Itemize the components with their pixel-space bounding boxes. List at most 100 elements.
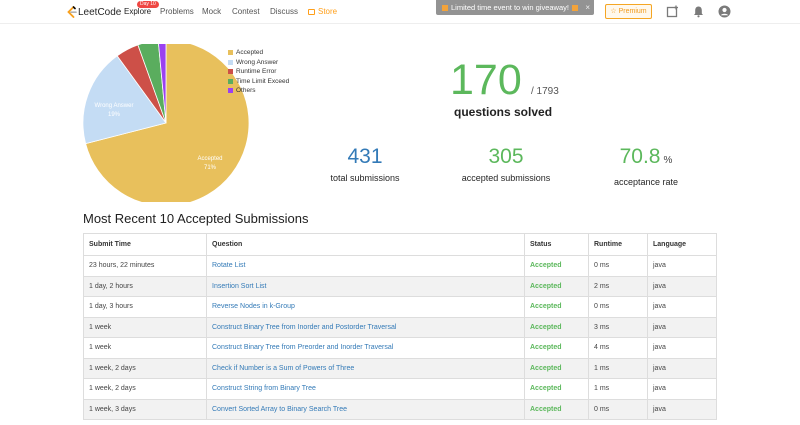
legend-label: Runtime Error	[236, 68, 277, 76]
runtime-cell: 4 ms	[588, 337, 648, 359]
status-cell[interactable]: Accepted	[524, 337, 589, 359]
table-row: 1 week, 2 days Check if Number is a Sum o…	[83, 357, 717, 379]
runtime-cell: 1 ms	[588, 378, 648, 400]
acceptance-rate: 70.8%	[596, 144, 696, 174]
leetcode-logo-icon	[67, 5, 77, 18]
accepted-submissions-value: 305	[488, 145, 524, 168]
language-cell: java	[647, 275, 717, 297]
legend-label: Wrong Answer	[236, 58, 279, 66]
language-cell: java	[647, 357, 717, 379]
legend-item-runtime-error: Runtime Error	[228, 67, 289, 77]
submit-time-cell: 1 week	[83, 316, 207, 338]
premium-button[interactable]: ☆ Premium	[605, 4, 652, 19]
premium-label: Premium	[618, 8, 647, 15]
leetcode-logo[interactable]: LeetCode	[66, 5, 121, 19]
pie-label-wrong-answer: Wrong Answer	[95, 103, 134, 109]
playground-icon[interactable]	[666, 5, 679, 18]
submit-time-cell: 1 week, 2 days	[83, 378, 207, 400]
nav-mock[interactable]: Mock	[202, 7, 221, 16]
acceptance-rate-label: acceptance rate	[613, 177, 679, 187]
stat-acceptance-rate: 70.8% acceptance rate	[596, 144, 696, 187]
language-cell: java	[647, 337, 717, 359]
table-row: 1 day, 2 hours Insertion Sort List Accepte…	[83, 275, 717, 297]
nav-discuss[interactable]: Discuss	[270, 7, 298, 16]
pie-label-wrong-answer-pct: 19%	[108, 112, 121, 118]
question-link[interactable]: Construct String from Binary Tree	[206, 378, 525, 400]
solved-count: 170	[450, 56, 522, 104]
language-cell: java	[647, 378, 717, 400]
nav-store[interactable]: Store	[308, 7, 337, 16]
promo-text: Limited time event to win giveaway!	[451, 3, 569, 12]
language-cell: java	[647, 296, 717, 318]
store-bag-icon	[308, 9, 315, 15]
submit-time-cell: 1 week, 2 days	[83, 357, 207, 379]
submission-pie-chart: Wrong Answer 19% Accepted 71%	[82, 44, 250, 202]
total-questions: / 1793	[531, 86, 559, 97]
stat-total-submissions: 431 total submissions	[314, 144, 416, 183]
recent-submissions-table: Submit Time Question Status Runtime Lang…	[83, 233, 717, 420]
status-cell[interactable]: Accepted	[524, 296, 589, 318]
solved-label: questions solved	[454, 105, 553, 119]
nav-explore[interactable]: Explore	[124, 7, 151, 16]
explore-day-badge: Day 10	[137, 1, 159, 8]
column-header-submit-time: Submit Time	[83, 233, 207, 256]
language-cell: java	[647, 255, 717, 277]
submit-time-cell: 1 week, 3 days	[83, 398, 207, 420]
status-cell[interactable]: Accepted	[524, 357, 589, 379]
legend-swatch	[228, 50, 233, 56]
column-header-status: Status	[524, 233, 589, 256]
runtime-cell: 0 ms	[588, 255, 648, 277]
submit-time-cell: 1 week	[83, 337, 207, 359]
bell-icon[interactable]	[692, 5, 705, 18]
table-row: 1 day, 3 hours Reverse Nodes in k-Group Ac…	[83, 296, 717, 318]
table-row: 1 week, 3 days Convert Sorted Array to Bi…	[83, 398, 717, 420]
legend-item-accepted: Accepted	[228, 48, 289, 58]
runtime-cell: 2 ms	[588, 275, 648, 297]
promo-close-button[interactable]: ×	[585, 0, 590, 15]
question-link[interactable]: Rotate List	[206, 255, 525, 277]
question-link[interactable]: Construct Binary Tree from Inorder and P…	[206, 316, 525, 338]
language-cell: java	[647, 316, 717, 338]
promo-banner[interactable]: Limited time event to win giveaway! ×	[436, 0, 594, 15]
gift-icon	[571, 5, 578, 11]
pie-label-accepted-pct: 71%	[204, 165, 217, 171]
nav-contest[interactable]: Contest	[232, 7, 260, 16]
question-link[interactable]: Construct Binary Tree from Preorder and …	[206, 337, 525, 359]
nav-problems[interactable]: Problems	[160, 7, 194, 16]
column-header-question: Question	[206, 233, 525, 256]
question-link[interactable]: Check if Number is a Sum of Powers of Th…	[206, 357, 525, 379]
legend-label: Time Limit Exceed	[236, 77, 290, 85]
top-nav: LeetCode Explore Day 10 Problems Mock Co…	[0, 0, 800, 24]
star-icon: ☆	[610, 8, 617, 15]
question-link[interactable]: Insertion Sort List	[206, 275, 525, 297]
status-cell[interactable]: Accepted	[524, 316, 589, 338]
status-cell[interactable]: Accepted	[524, 275, 589, 297]
column-header-language: Language	[647, 233, 717, 256]
acceptance-rate-value: 70.8	[619, 145, 661, 168]
table-row: 1 week, 2 days Construct String from Bina…	[83, 378, 717, 400]
question-link[interactable]: Convert Sorted Array to Binary Search Tr…	[206, 398, 525, 420]
status-cell[interactable]: Accepted	[524, 398, 589, 420]
table-row: 23 hours, 22 minutes Rotate List Accepted 0…	[83, 255, 717, 277]
status-cell[interactable]: Accepted	[524, 255, 589, 277]
recent-submissions-title: Most Recent 10 Accepted Submissions	[83, 211, 309, 226]
runtime-cell: 0 ms	[588, 398, 648, 420]
submit-time-cell: 23 hours, 22 minutes	[83, 255, 207, 277]
legend-swatch	[228, 59, 233, 65]
table-row: 1 week Construct Binary Tree from Preorde…	[83, 337, 717, 359]
status-cell[interactable]: Accepted	[524, 378, 589, 400]
gift-icon	[442, 5, 448, 11]
logo-text: LeetCode	[78, 6, 122, 18]
nav-store-label: Store	[318, 7, 338, 16]
legend-item-time-limit: Time Limit Exceed	[228, 77, 289, 87]
total-submissions-value: 431	[347, 145, 383, 168]
table-row: 1 week Construct Binary Tree from Inorder…	[83, 316, 717, 338]
table-header-row: Submit Time Question Status Runtime Lang…	[83, 233, 717, 256]
pie-legend: Accepted Wrong Answer Runtime Error Time…	[228, 48, 289, 96]
user-icon[interactable]	[718, 5, 731, 18]
total-submissions-label: total submissions	[330, 173, 400, 183]
question-link[interactable]: Reverse Nodes in k-Group	[206, 296, 525, 318]
legend-label: Others	[236, 87, 256, 95]
runtime-cell: 3 ms	[588, 316, 648, 338]
legend-item-wrong-answer: Wrong Answer	[228, 58, 289, 68]
